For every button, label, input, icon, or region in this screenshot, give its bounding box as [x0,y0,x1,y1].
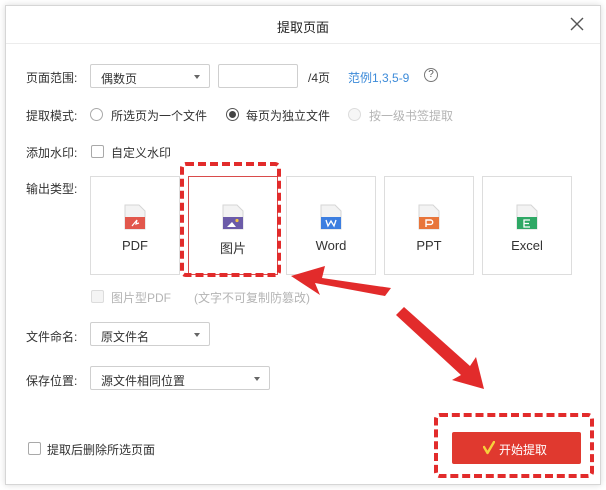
chevron-down-icon [254,377,260,381]
chevron-down-icon [194,75,200,79]
dialog-title: 提取页面 [276,20,329,35]
pdf-file-icon [124,204,146,230]
output-card-excel-label: Excel [511,238,543,253]
radio-bookmark[interactable] [348,108,361,121]
annotation-highlight-image-card [180,162,281,277]
output-card-pdf[interactable]: PDF [90,176,180,275]
excel-file-icon [516,204,538,230]
radio-bookmark-label: 按一级书签提取 [369,109,454,123]
radio-each-page-label: 每页为独立文件 [246,109,331,123]
output-card-ppt[interactable]: PPT [384,176,474,275]
annotation-highlight-start-button [434,413,594,478]
save-location-label: 保存位置: [26,374,78,388]
page-range-example: 范例1,3,5-9 [348,71,410,85]
output-card-word[interactable]: Word [286,176,376,275]
page-range-select[interactable]: 偶数页 [90,64,210,88]
output-card-word-label: Word [315,238,347,253]
save-location-select[interactable]: 源文件相同位置 [90,366,270,390]
save-location-select-value: 源文件相同位置 [101,374,186,388]
output-card-pdf-label: PDF [122,238,148,253]
radio-single-file[interactable] [90,108,103,121]
dialog-titlebar: 提取页面 [6,6,600,44]
chevron-down-icon [194,333,200,337]
page-range-label: 页面范围: [26,71,78,85]
radio-single-file-label: 所选页为一个文件 [111,109,208,123]
output-type-label: 输出类型: [26,182,78,196]
page-total: /4页 [308,71,331,85]
extract-mode-label: 提取模式: [26,109,78,123]
ppt-file-icon [418,204,440,230]
image-pdf-note: (文字不可复制防篡改) [194,291,310,305]
image-pdf-label: 图片型PDF [111,291,172,305]
output-card-ppt-label: PPT [416,238,442,253]
help-icon[interactable]: ? [424,68,438,82]
watermark-checkbox[interactable] [91,145,104,158]
page-range-select-value: 偶数页 [101,72,138,86]
radio-each-page[interactable] [226,108,239,121]
watermark-checkbox-label: 自定义水印 [111,146,172,160]
delete-after-checkbox[interactable] [28,442,41,455]
file-naming-select-value: 原文件名 [101,330,150,344]
page-range-input[interactable] [218,64,298,88]
output-card-excel[interactable]: Excel [482,176,572,275]
image-pdf-checkbox[interactable] [91,290,104,303]
delete-after-label: 提取后删除所选页面 [47,443,156,457]
file-naming-label: 文件命名: [26,330,78,344]
file-naming-select[interactable]: 原文件名 [90,322,210,346]
close-icon[interactable] [568,15,586,33]
watermark-label: 添加水印: [26,146,78,160]
word-file-icon [320,204,342,230]
